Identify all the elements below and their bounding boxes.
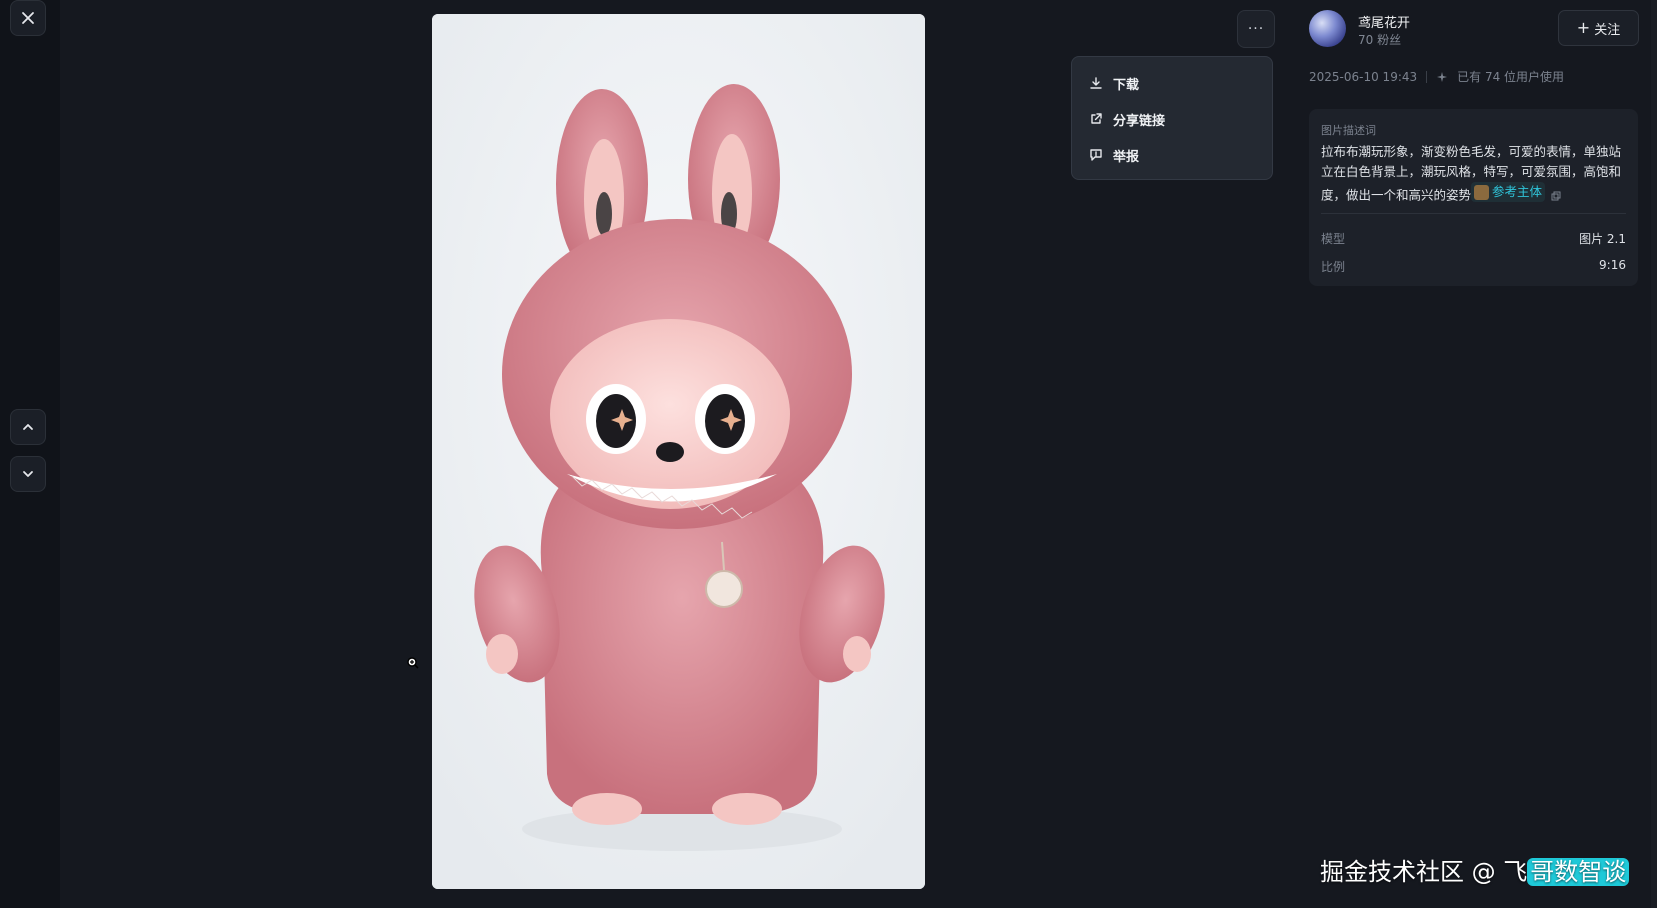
reference-subject-label: 参考主体 xyxy=(1492,184,1543,199)
menu-item-label: 举报 xyxy=(1113,149,1140,165)
left-rail xyxy=(0,0,60,908)
copy-icon[interactable] xyxy=(1551,191,1561,201)
chevron-down-icon xyxy=(23,471,33,477)
generated-image[interactable] xyxy=(432,14,925,889)
meta-line: 2025-06-10 19:43 已有 74 位用户使用 xyxy=(1309,68,1564,85)
description-title: 图片描述词 xyxy=(1321,124,1376,137)
scrollbar[interactable] xyxy=(1651,0,1657,908)
usage-count: 已有 74 位用户使用 xyxy=(1457,70,1565,84)
menu-item-report[interactable]: 举报 xyxy=(1072,137,1272,173)
menu-item-share-link[interactable]: 分享链接 xyxy=(1072,101,1272,137)
follow-label: 关注 xyxy=(1594,22,1621,38)
prompt-details-card: 图片描述词 拉布布潮玩形象，渐变粉色毛发，可爱的表情，单独站立在白色背景上，潮玩… xyxy=(1309,109,1638,286)
close-icon xyxy=(22,12,34,24)
pink-plush-figure-illustration xyxy=(432,14,925,889)
author-fans-count: 70 粉丝 xyxy=(1358,33,1402,47)
download-icon xyxy=(1090,77,1102,89)
ratio-label: 比例 xyxy=(1321,260,1346,274)
menu-item-download[interactable]: 下载 xyxy=(1072,65,1272,101)
model-value: 图片 2.1 xyxy=(1579,232,1626,246)
sparkle-icon xyxy=(1437,71,1448,82)
zoom-cursor-icon xyxy=(407,657,419,669)
menu-item-label: 分享链接 xyxy=(1113,113,1166,129)
author-name[interactable]: 鸢尾花开 xyxy=(1358,12,1410,31)
report-icon xyxy=(1090,149,1102,161)
previous-button[interactable] xyxy=(10,409,46,445)
plus-icon: + xyxy=(1576,18,1591,37)
ratio-value: 9:16 xyxy=(1599,258,1626,272)
more-options-button[interactable]: ··· xyxy=(1237,10,1275,48)
meta-divider xyxy=(1426,70,1428,83)
chevron-up-icon xyxy=(23,424,33,430)
follow-button[interactable]: + 关注 xyxy=(1558,10,1639,46)
publish-date: 2025-06-10 19:43 xyxy=(1309,69,1418,84)
close-button[interactable] xyxy=(10,0,46,36)
description-text: 拉布布潮玩形象，渐变粉色毛发，可爱的表情，单独站立在白色背景上，潮玩风格，特写，… xyxy=(1321,142,1626,206)
model-label: 模型 xyxy=(1321,232,1346,246)
watermark-highlight: 哥数智谈 xyxy=(1527,858,1630,886)
divider xyxy=(1321,213,1626,214)
next-button[interactable] xyxy=(10,456,46,492)
reference-avatar-icon xyxy=(1474,184,1490,200)
menu-item-label: 下载 xyxy=(1113,77,1140,93)
watermark: 掘金技术社区 @ 飞哥数智谈 xyxy=(1320,852,1630,887)
avatar[interactable] xyxy=(1309,10,1346,47)
reference-subject-chip[interactable]: 参考主体 xyxy=(1471,182,1546,202)
share-link-icon xyxy=(1091,113,1102,124)
watermark-text: 掘金技术社区 @ 飞 xyxy=(1320,858,1528,886)
options-menu: 下载 分享链接 举报 xyxy=(1071,56,1273,180)
